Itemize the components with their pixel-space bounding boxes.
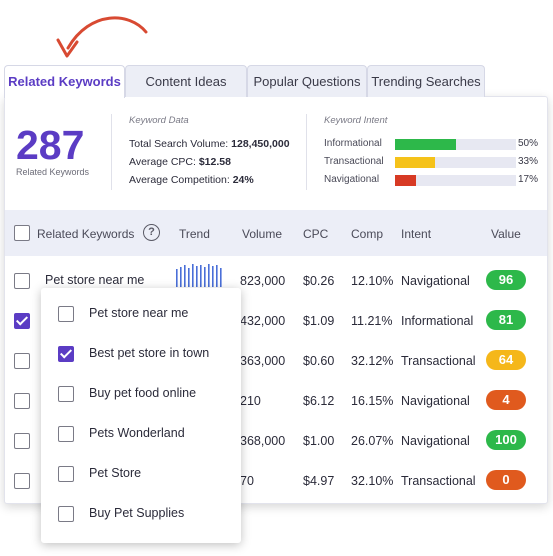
keyword-count-label: Related Keywords [16, 167, 90, 177]
stat-total-volume: Total Search Volume: 128,450,000 [129, 138, 290, 150]
row-comp: 32.12% [351, 354, 394, 368]
intent-bar-fill [395, 139, 456, 150]
dropdown-option[interactable]: Best pet store in town [41, 336, 241, 372]
option-label: Buy pet food online [89, 386, 197, 400]
row-volume: 70 [240, 474, 254, 488]
row-intent: Informational [401, 314, 474, 328]
row-comp: 32.10% [351, 474, 394, 488]
row-intent: Transactional [401, 474, 476, 488]
value-badge: 4 [486, 390, 526, 410]
select-all-checkbox[interactable] [14, 225, 30, 241]
option-label: Pets Wonderland [89, 426, 185, 440]
option-checkbox[interactable] [58, 466, 74, 482]
row-cpc: $6.12 [303, 394, 335, 408]
row-comp: 16.15% [351, 394, 394, 408]
table-header: Related Keywords ? Trend Volume CPC Comp… [5, 210, 547, 256]
row-cpc: $4.97 [303, 474, 335, 488]
row-comp: 11.21% [351, 314, 393, 328]
keyword-intent-title: Keyword Intent [324, 115, 388, 126]
intent-bar [395, 139, 516, 150]
column-header-volume[interactable]: Volume [242, 227, 282, 241]
dropdown-option[interactable]: Buy pet food online [41, 376, 241, 412]
row-cpc: $0.26 [303, 274, 335, 288]
row-intent: Transactional [401, 354, 476, 368]
option-label: Buy Pet Supplies [89, 506, 185, 520]
stat-average-competition: Average Competition: 24% [129, 174, 254, 186]
intent-percent: 33% [517, 156, 538, 167]
keyword-data-title: Keyword Data [129, 115, 189, 126]
value-badge: 96 [486, 270, 526, 290]
help-icon[interactable]: ? [143, 224, 160, 241]
row-volume: 368,000 [240, 434, 286, 448]
row-volume: 823,000 [240, 274, 286, 288]
intent-row-transactional: Transactional 33% [324, 155, 538, 169]
row-intent: Navigational [401, 274, 470, 288]
intent-bar [395, 175, 516, 186]
row-comp: 12.10% [351, 274, 394, 288]
intent-name: Navigational [324, 174, 380, 185]
option-label: Pet Store [89, 466, 142, 480]
row-comp: 26.07% [351, 434, 394, 448]
intent-name: Transactional [324, 156, 384, 167]
option-label: Best pet store in town [89, 346, 210, 360]
row-checkbox[interactable] [14, 353, 30, 369]
dropdown-option[interactable]: Pet store near me [41, 296, 241, 332]
row-cpc: $0.60 [303, 354, 335, 368]
tab-related-keywords[interactable]: Related Keywords [4, 65, 125, 98]
option-checkbox[interactable] [58, 506, 74, 522]
option-label: Pet store near me [89, 306, 189, 320]
value-badge: 0 [486, 470, 526, 490]
column-header-trend[interactable]: Trend [179, 227, 210, 241]
option-checkbox[interactable] [58, 306, 74, 322]
intent-percent: 17% [517, 174, 538, 185]
row-intent: Navigational [401, 434, 470, 448]
column-header-value[interactable]: Value [491, 227, 521, 241]
option-checkbox[interactable] [58, 426, 74, 442]
tab-trending-searches[interactable]: Trending Searches [367, 65, 485, 97]
dropdown-option[interactable]: Pet Store [41, 456, 241, 492]
value-badge: 100 [486, 430, 526, 450]
row-checkbox[interactable] [14, 393, 30, 409]
keyword-dropdown: Pet store near me Best pet store in town B… [41, 288, 241, 543]
intent-row-navigational: Navigational 17% [324, 173, 538, 187]
divider [111, 114, 112, 190]
trend-sparkline [176, 264, 222, 287]
dropdown-option[interactable]: Pets Wonderland [41, 416, 241, 452]
intent-percent: 50% [517, 138, 538, 149]
value-badge: 64 [486, 350, 526, 370]
column-header-keyword[interactable]: Related Keywords [37, 227, 134, 241]
divider [306, 114, 307, 190]
keyword-count: 287 [16, 122, 85, 168]
column-header-comp[interactable]: Comp [351, 227, 383, 241]
row-checkbox[interactable] [14, 433, 30, 449]
row-volume: 432,000 [240, 314, 286, 328]
row-cpc: $1.09 [303, 314, 335, 328]
intent-row-informational: Informational 50% [324, 137, 538, 151]
value-badge: 81 [486, 310, 526, 330]
dropdown-option[interactable]: Buy Pet Supplies [41, 496, 241, 532]
curved-arrow-icon [56, 16, 148, 58]
row-volume: 363,000 [240, 354, 286, 368]
row-intent: Navigational [401, 394, 470, 408]
row-volume: 210 [240, 394, 261, 408]
intent-bar-fill [395, 157, 435, 168]
column-header-cpc[interactable]: CPC [303, 227, 328, 241]
intent-bar [395, 157, 516, 168]
tab-popular-questions[interactable]: Popular Questions [247, 65, 367, 97]
row-keyword[interactable]: Pet store near me [45, 273, 144, 287]
tab-content-ideas[interactable]: Content Ideas [125, 65, 247, 97]
column-header-intent[interactable]: Intent [401, 227, 431, 241]
intent-bar-fill [395, 175, 416, 186]
intent-name: Informational [324, 138, 382, 149]
option-checkbox[interactable] [58, 346, 74, 362]
row-checkbox[interactable] [14, 273, 30, 289]
row-checkbox[interactable] [14, 473, 30, 489]
option-checkbox[interactable] [58, 386, 74, 402]
stat-average-cpc: Average CPC: $12.58 [129, 156, 231, 168]
row-checkbox[interactable] [14, 313, 30, 329]
row-cpc: $1.00 [303, 434, 335, 448]
